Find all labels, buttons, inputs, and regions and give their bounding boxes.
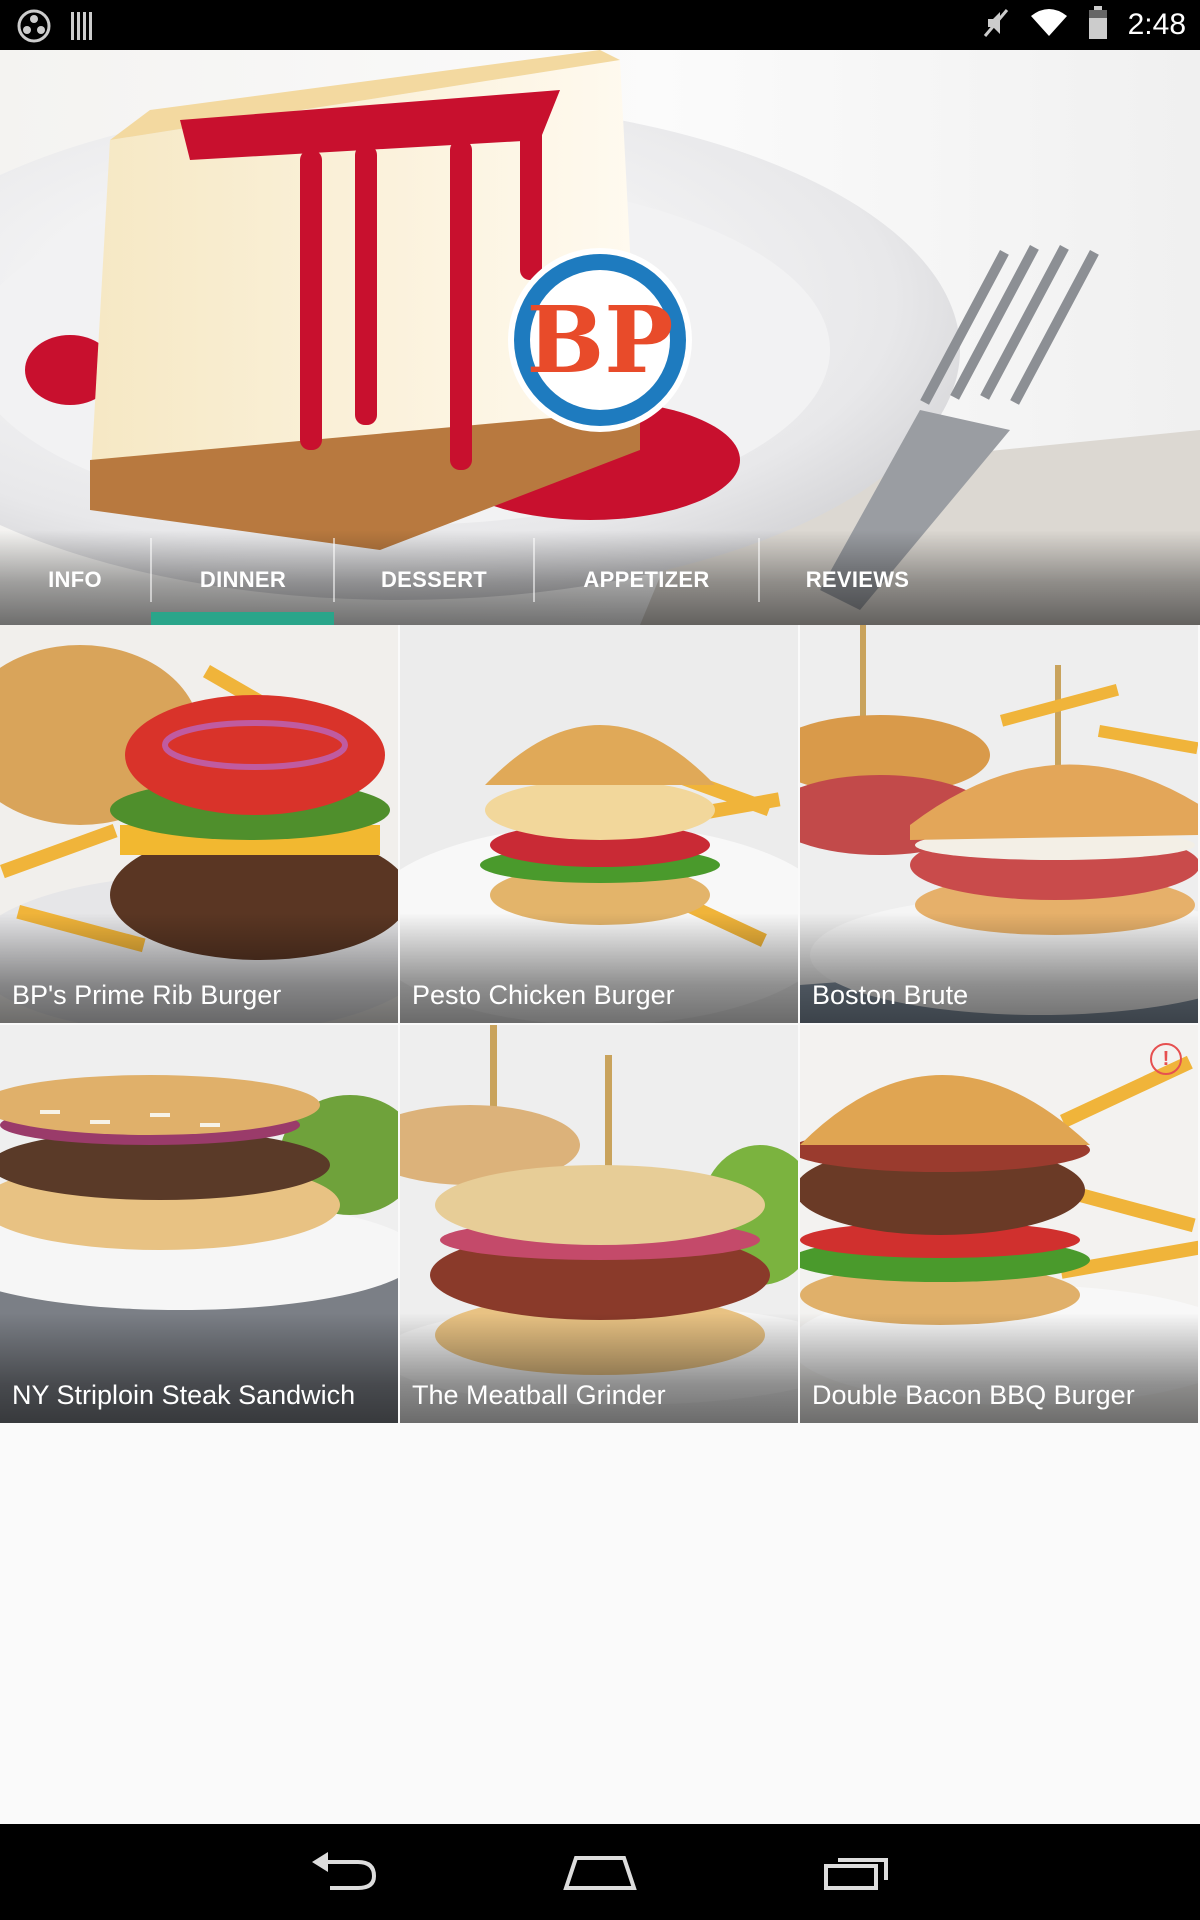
navigation-bar [0,1824,1200,1920]
menu-item-name: NY Striploin Steak Sandwich [12,1380,356,1410]
back-icon [312,1852,377,1890]
tab-reviews[interactable]: REVIEWS [760,535,955,625]
back-button[interactable] [298,1842,388,1902]
menu-item-tile[interactable]: The Meatball Grinder [400,1025,798,1423]
alert-icon[interactable]: ! [1150,1043,1182,1075]
svg-text:BP: BP [527,286,674,394]
tab-label: APPETIZER [583,567,710,592]
tab-label: DESSERT [380,567,487,592]
tab-label: INFO [48,567,102,592]
menu-item-name: Boston Brute [812,980,969,1010]
home-icon [563,1856,637,1890]
menu-item-tile[interactable]: Pesto Chicken Burger [400,625,798,1023]
menu-item-tile[interactable]: Boston Brute [800,625,1198,1023]
menu-item-name: Pesto Chicken Burger [412,980,675,1010]
tab-info[interactable]: INFO [20,535,130,625]
menu-item-name: BP's Prime Rib Burger [12,980,282,1010]
mute-icon [982,7,1010,44]
app-notification-icon [16,8,52,49]
selected-tab-indicator [151,612,334,625]
home-button[interactable] [555,1842,645,1902]
menu-item-tile[interactable]: BP's Prime Rib Burger [0,625,398,1023]
wifi-icon [1030,8,1068,43]
tab-dessert[interactable]: DESSERT [335,535,533,625]
battery-icon [1088,5,1108,45]
menu-item-tile[interactable]: ! Double Bacon BBQ Burger [800,1025,1198,1423]
tab-label: REVIEWS [805,567,910,592]
clock: 2:48 [1127,8,1186,41]
menu-item-tile[interactable]: NY Striploin Steak Sandwich [0,1025,398,1423]
status-bar: 2:48 [0,0,1200,50]
recent-apps-icon [824,1858,888,1890]
barcode-icon [70,11,96,46]
tab-appetizer[interactable]: APPETIZER [535,535,758,625]
recent-apps-button[interactable] [812,1842,902,1902]
tab-label: DINNER [199,567,287,592]
bp-logo-icon: BP [508,248,692,432]
menu-item-name: Double Bacon BBQ Burger [812,1380,1135,1410]
menu-item-name: The Meatball Grinder [412,1380,666,1410]
